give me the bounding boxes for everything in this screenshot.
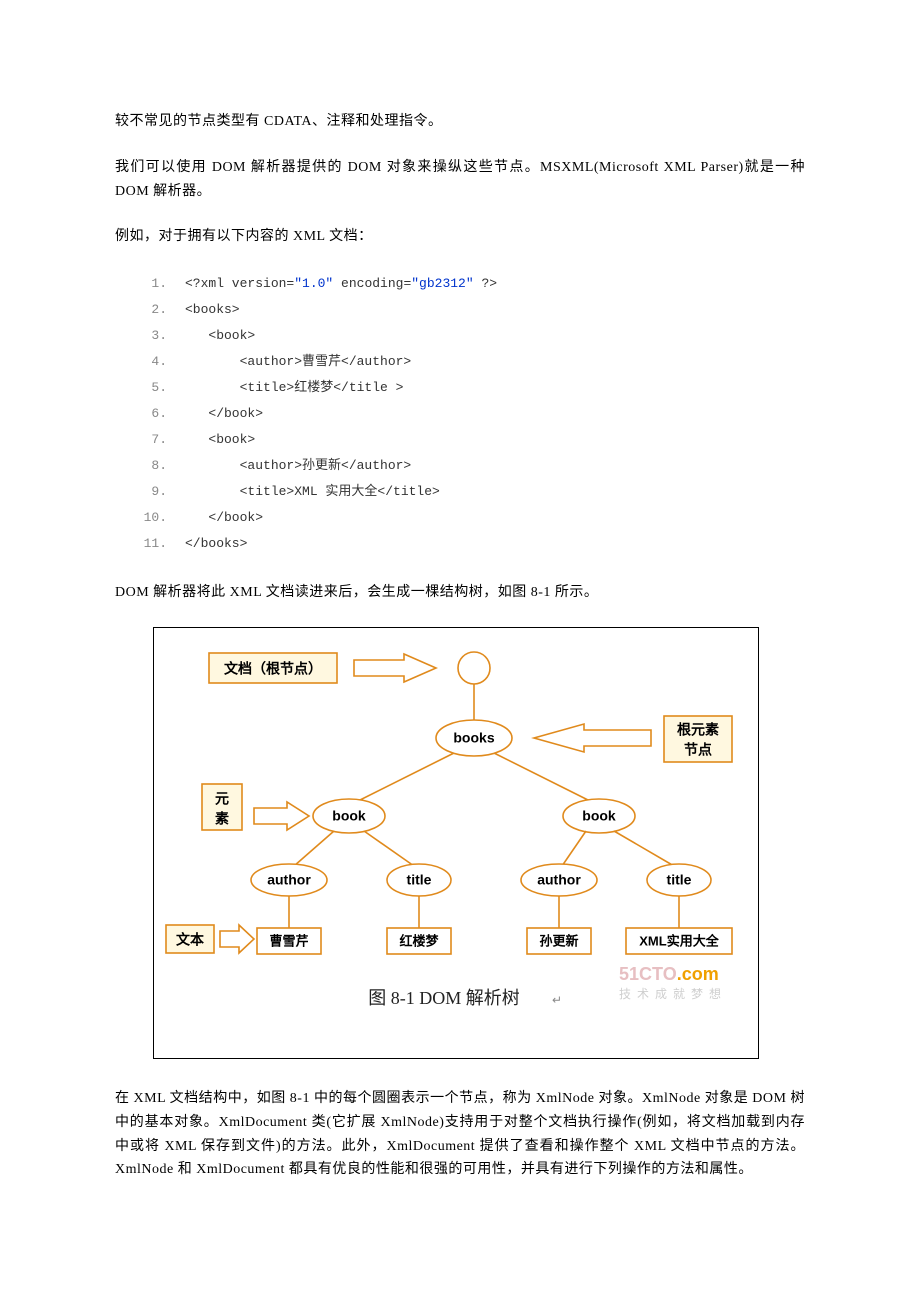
svg-text:books: books xyxy=(453,730,494,746)
svg-text:XML实用大全: XML实用大全 xyxy=(639,933,719,948)
svg-text:book: book xyxy=(582,808,616,824)
arrow-right-icon xyxy=(354,654,436,682)
code-line: 7. <book> xyxy=(139,427,805,453)
svg-text:节点: 节点 xyxy=(684,742,712,758)
chevron-icon: ↵ xyxy=(552,993,562,1007)
xml-code-block: 1.<?xml version="1.0" encoding="gb2312" … xyxy=(139,271,805,557)
svg-text:元: 元 xyxy=(215,791,229,807)
code-line: 1.<?xml version="1.0" encoding="gb2312" … xyxy=(139,271,805,297)
code-line: 8. <author>孙更新</author> xyxy=(139,453,805,479)
arrow-left-icon xyxy=(534,724,651,752)
svg-text:素: 素 xyxy=(215,811,229,827)
svg-text:title: title xyxy=(667,872,692,888)
svg-text:文本: 文本 xyxy=(176,932,205,948)
code-line: 10. </book> xyxy=(139,505,805,531)
arrow-right-icon xyxy=(220,925,254,953)
code-line: 11.</books> xyxy=(139,531,805,557)
paragraph-4: DOM 解析器将此 XML 文档读进来后，会生成一棵结构树，如图 8-1 所示。 xyxy=(115,581,805,605)
paragraph-3: 例如，对于拥有以下内容的 XML 文档： xyxy=(115,225,805,249)
arrow-right-icon xyxy=(254,802,309,830)
watermark-slogan: 技术成就梦想 xyxy=(619,986,727,1001)
code-line: 3. <book> xyxy=(139,323,805,349)
svg-text:book: book xyxy=(332,808,366,824)
root-node xyxy=(458,652,490,684)
code-line: 2.<books> xyxy=(139,297,805,323)
svg-text:文档（根节点）: 文档（根节点） xyxy=(224,661,322,677)
figure-8-1: books book book author xyxy=(153,627,759,1059)
svg-text:title: title xyxy=(407,872,432,888)
figure-frame-bottom xyxy=(153,1024,759,1059)
document-page: 较不常见的节点类型有 CDATA、注释和处理指令。 我们可以使用 DOM 解析器… xyxy=(0,0,920,1264)
code-line: 6. </book> xyxy=(139,401,805,427)
svg-text:曹雪芹: 曹雪芹 xyxy=(269,933,308,948)
paragraph-1: 较不常见的节点类型有 CDATA、注释和处理指令。 xyxy=(115,110,805,134)
code-line: 4. <author>曹雪芹</author> xyxy=(139,349,805,375)
code-line: 9. <title>XML 实用大全</title> xyxy=(139,479,805,505)
code-line: 5. <title>红楼梦</title > xyxy=(139,375,805,401)
svg-text:红楼梦: 红楼梦 xyxy=(399,933,439,948)
dom-tree-diagram: books book book author xyxy=(154,628,758,1024)
svg-text:孙更新: 孙更新 xyxy=(539,933,578,948)
paragraph-2: 我们可以使用 DOM 解析器提供的 DOM 对象来操纵这些节点。MSXML(Mi… xyxy=(115,156,805,204)
figure-caption: 图 8-1 DOM 解析树 xyxy=(368,988,520,1008)
svg-text:author: author xyxy=(537,872,581,888)
watermark-brand: 51CTO.com xyxy=(619,964,719,984)
svg-text:author: author xyxy=(267,872,311,888)
paragraph-5: 在 XML 文档结构中，如图 8-1 中的每个圆圈表示一个节点，称为 XmlNo… xyxy=(115,1087,805,1182)
svg-text:根元素: 根元素 xyxy=(677,722,719,738)
